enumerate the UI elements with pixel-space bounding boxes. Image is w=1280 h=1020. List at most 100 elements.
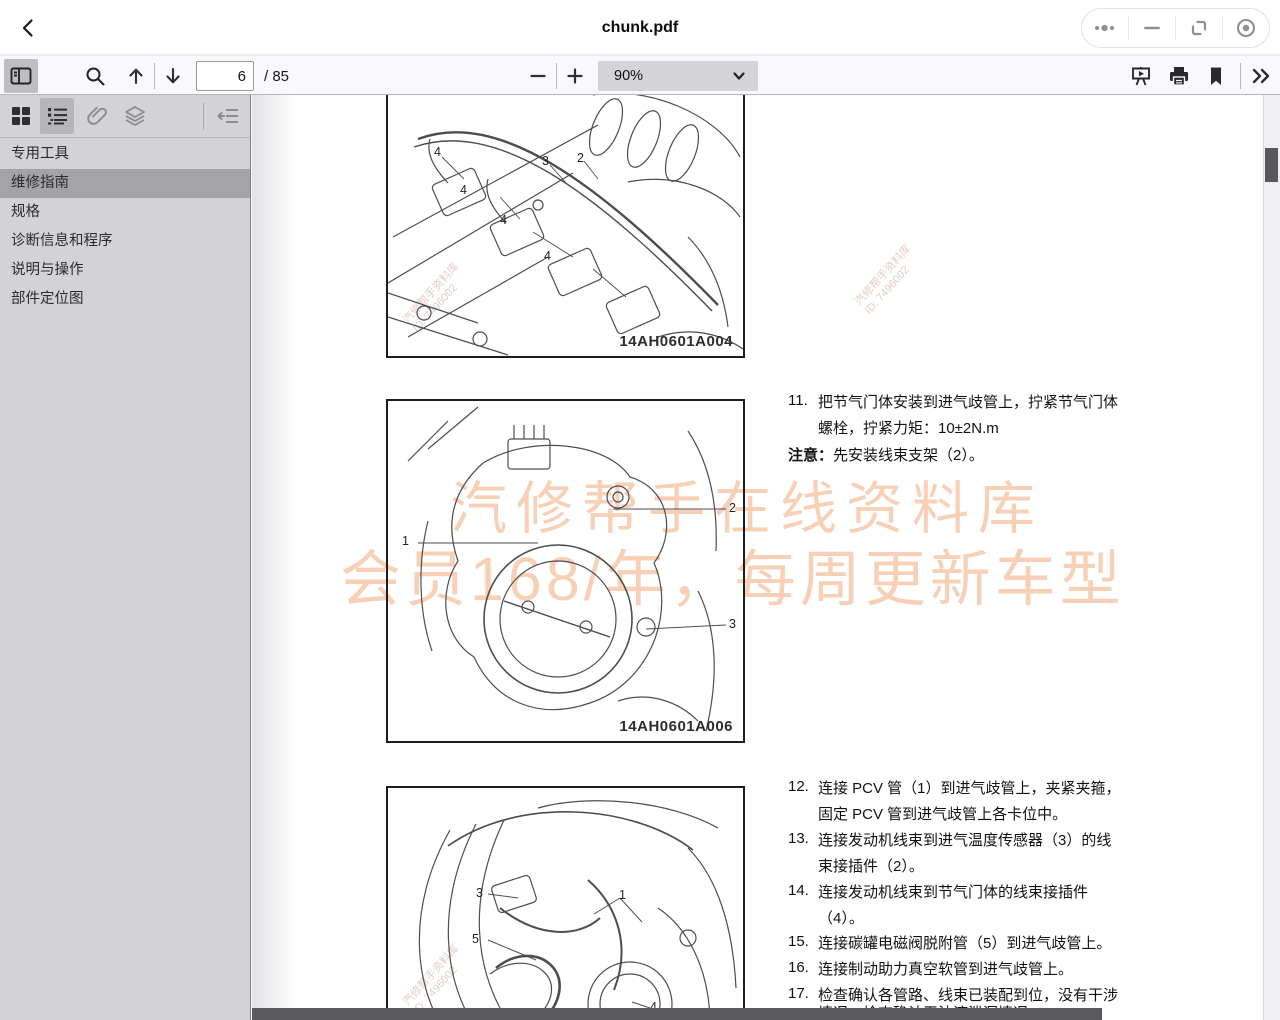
window-titlebar: chunk.pdf [0, 0, 1280, 55]
print-icon [1168, 66, 1190, 87]
note-line: 注意：先安装线束支架（2）。 [788, 444, 984, 465]
vertical-scrollbar[interactable] [1263, 95, 1280, 1020]
toolbar-divider [1240, 63, 1241, 89]
thumbnails-icon [11, 106, 31, 126]
layers-icon [124, 105, 146, 127]
instruction-text: （4）。 [818, 908, 1168, 934]
instruction-text: 连接发动机线束到进气温度传感器（3）的线 [818, 830, 1168, 856]
layers-view-button[interactable] [118, 98, 152, 134]
watermark-stamp: 汽修帮手资料库ID: 7496002 [853, 243, 924, 318]
pdf-toolbar: / 85 90% [0, 55, 1280, 95]
next-page-button[interactable] [156, 59, 190, 93]
search-icon [85, 66, 106, 87]
more-tools-button[interactable] [1244, 59, 1278, 93]
presentation-mode-button[interactable] [1124, 59, 1158, 93]
callout-label: 4 [460, 183, 467, 197]
callout-label: 4 [500, 213, 507, 227]
figure-throttle-body: 1 2 3 14AH0601A006 [386, 399, 745, 743]
more-options-button[interactable] [1082, 8, 1128, 48]
double-chevron-icon [1250, 67, 1272, 85]
outline-icon [47, 106, 68, 126]
callout-label: 1 [619, 888, 626, 902]
callout-label: 5 [472, 932, 479, 946]
page-number-input[interactable] [196, 61, 254, 91]
arrow-down-icon [163, 66, 183, 86]
instruction-text: 连接碳罐电磁阀脱附管（5）到进气歧管上。 [818, 933, 1168, 959]
callout-label: 1 [402, 534, 409, 548]
instruction-number: 14. [788, 882, 816, 899]
figure-illustration [388, 95, 743, 356]
callout-label: 4 [434, 145, 441, 159]
instruction-item: 15. 连接碳罐电磁阀脱附管（5）到进气歧管上。 [788, 933, 1168, 959]
note-text: 先安装线束支架（2）。 [833, 447, 984, 464]
instruction-item: 16. 连接制动助力真空软管到进气歧管上。 [788, 959, 1168, 985]
toolbar-divider [154, 63, 155, 89]
zoom-select[interactable]: 90% [598, 61, 758, 91]
find-button[interactable] [78, 59, 112, 93]
sidebar-shadow [252, 95, 298, 1020]
sidebar-toggle-button[interactable] [4, 59, 38, 93]
vertical-scrollbar-thumb[interactable] [1265, 148, 1278, 182]
minimize-button[interactable] [1129, 8, 1175, 48]
callout-label: 3 [476, 886, 483, 900]
toolbar-divider [556, 63, 557, 89]
instruction-number: 13. [788, 830, 816, 847]
sidebar-toggle-icon [10, 66, 32, 86]
restore-button[interactable] [1176, 8, 1222, 48]
chevron-down-icon [732, 70, 746, 82]
callout-label: 4 [544, 249, 551, 263]
paperclip-icon [86, 106, 108, 127]
figure-code-label: 14AH0601A004 [619, 333, 733, 350]
zoom-out-button[interactable] [521, 59, 555, 93]
minus-icon [529, 67, 547, 85]
pdf-viewer-window: chunk.pdf [0, 0, 1280, 1020]
instruction-item: 14. 连接发动机线束到节气门体的线束接插件 （4）。 [788, 882, 1168, 934]
minimize-icon [1142, 18, 1162, 38]
figure-illustration [388, 401, 743, 741]
record-icon [1235, 17, 1257, 39]
zoom-select-value: 90% [614, 68, 643, 84]
outline-item-specifications[interactable]: 规格 [0, 198, 250, 227]
callout-label: 3 [729, 617, 736, 631]
instruction-number: 12. [788, 778, 816, 795]
outline-view-button[interactable] [40, 98, 74, 134]
sidebar: 专用工具 维修指南 规格 诊断信息和程序 说明与操作 部件定位图 [0, 95, 251, 1020]
callout-label: 2 [729, 501, 736, 515]
outline-item-description-operation[interactable]: 说明与操作 [0, 256, 250, 285]
restore-icon [1189, 18, 1209, 38]
outline-item-special-tools[interactable]: 专用工具 [0, 140, 250, 169]
instruction-item: 13. 连接发动机线束到进气温度传感器（3）的线 束接插件（2）。 [788, 830, 1168, 882]
outline-item-component-locator[interactable]: 部件定位图 [0, 285, 250, 314]
instruction-text: 把节气门体安装到进气歧管上，拧紧节气门体 [818, 392, 1168, 418]
zoom-in-button[interactable] [558, 59, 592, 93]
note-label: 注意： [788, 447, 833, 464]
outline-item-repair-guide[interactable]: 维修指南 [0, 169, 250, 198]
instruction-text: 束接插件（2）。 [818, 856, 1168, 882]
callout-label: 3 [542, 154, 549, 168]
instruction-number: 16. [788, 959, 816, 976]
attachments-view-button[interactable] [80, 98, 114, 134]
bookmark-icon [1206, 66, 1226, 87]
bookmark-button[interactable] [1199, 59, 1233, 93]
record-button[interactable] [1223, 8, 1269, 48]
instruction-number: 11. [788, 392, 816, 409]
outline-item-diagnostics[interactable]: 诊断信息和程序 [0, 227, 250, 256]
sidebar-view-switcher [0, 95, 250, 138]
window-controls [1081, 8, 1270, 48]
previous-page-button[interactable] [119, 59, 153, 93]
current-outline-item-button[interactable] [211, 98, 245, 134]
outline-list: 专用工具 维修指南 规格 诊断信息和程序 说明与操作 部件定位图 [0, 140, 250, 314]
ellipsis-icon [1093, 22, 1117, 34]
horizontal-scrollbar-thumb[interactable] [252, 1008, 1102, 1020]
figure-ignition-coils: 4 4 3 2 4 4 14AH0601A004 [386, 95, 745, 358]
instruction-text: 连接制动助力真空软管到进气歧管上。 [818, 959, 1168, 985]
instruction-text: 固定 PCV 管到进气歧管上各卡位中。 [818, 804, 1168, 830]
instruction-text: 连接 PCV 管（1）到进气歧管上，夹紧夹箍， [818, 778, 1168, 804]
current-outline-icon [217, 106, 239, 126]
plus-icon [566, 67, 584, 85]
callout-label: 2 [577, 151, 584, 165]
pdf-page[interactable]: 汽修帮手在线资料库 会员168/年，每周更新车型 汽修帮手资料库ID: 7496… [252, 95, 1280, 1020]
print-button[interactable] [1162, 59, 1196, 93]
figure-code-label: 14AH0601A006 [619, 718, 733, 735]
thumbnails-view-button[interactable] [4, 98, 38, 134]
